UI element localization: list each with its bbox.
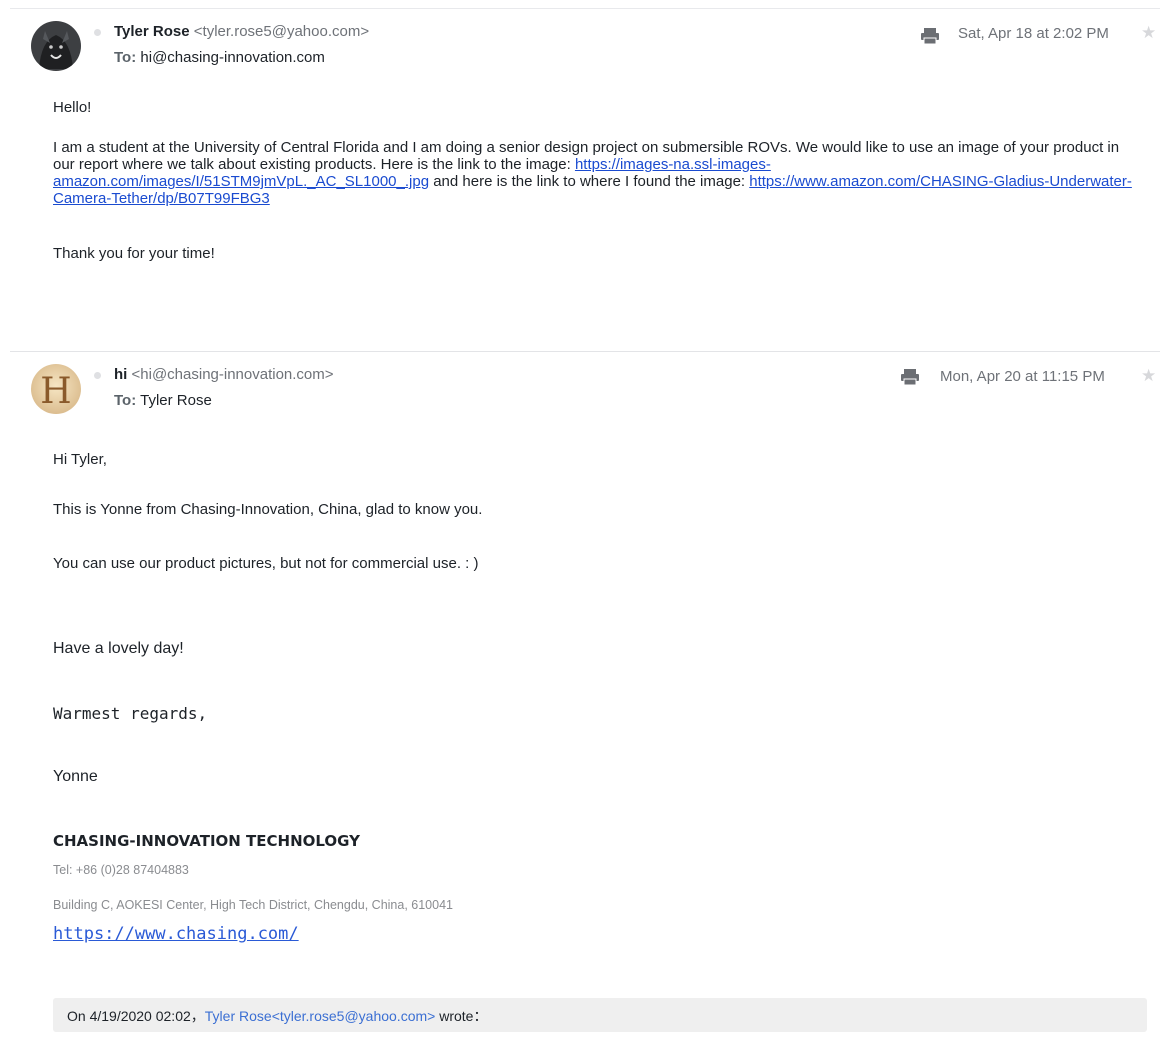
body-text: and here is the link to where I found th…: [429, 173, 750, 190]
status-dot: [94, 29, 101, 36]
star-icon[interactable]: ★: [1141, 23, 1156, 43]
body-paragraph: I am a student at the University of Cent…: [53, 139, 1133, 207]
sender-email: <tyler.rose5@yahoo.com>: [193, 23, 370, 40]
quote-suffix: wrote：: [435, 1008, 488, 1024]
recipient[interactable]: hi@chasing-innovation.com: [140, 49, 325, 66]
recipient-line: To: Tyler Rose: [114, 392, 212, 409]
greeting: Hello!: [53, 99, 92, 116]
sender-line: hi <hi@chasing-innovation.com>: [114, 366, 334, 383]
sender-name[interactable]: Tyler Rose: [114, 23, 190, 40]
message-date: Mon, Apr 20 at 11:15 PM: [940, 368, 1105, 385]
email-message: H hi <hi@chasing-innovation.com> To: Tyl…: [10, 350, 1160, 1059]
signature-company: CHASING-INNOVATION TECHNOLOGY: [53, 832, 361, 850]
wolf-avatar-icon[interactable]: [31, 21, 81, 71]
quote-author-link[interactable]: Tyler Rose<tyler.rose5@yahoo.com>: [205, 1008, 436, 1024]
body-line: Have a lovely day!: [53, 640, 184, 657]
recipient[interactable]: Tyler Rose: [140, 392, 212, 409]
svg-text:H: H: [40, 371, 71, 412]
to-label: To:: [114, 392, 137, 409]
email-message: Tyler Rose <tyler.rose5@yahoo.com> To: h…: [10, 8, 1160, 352]
letter-h-avatar-icon[interactable]: H: [31, 364, 81, 414]
closing-line: Thank you for your time!: [53, 245, 215, 262]
regards-line: Warmest regards,: [53, 704, 208, 723]
sender-line: Tyler Rose <tyler.rose5@yahoo.com>: [114, 23, 369, 40]
quoted-header: On 4/19/2020 02:02，Tyler Rose<tyler.rose…: [53, 998, 1147, 1032]
body-line: You can use our product pictures, but no…: [53, 555, 479, 572]
greeting: Hi Tyler,: [53, 451, 107, 468]
signature-tel: Tel: +86 (0)28 87404883: [53, 863, 189, 877]
signature-address: Building C, AOKESI Center, High Tech Dis…: [53, 898, 453, 912]
sender-email: <hi@chasing-innovation.com>: [131, 366, 334, 383]
message-date: Sat, Apr 18 at 2:02 PM: [958, 25, 1109, 42]
print-icon[interactable]: [920, 27, 940, 45]
status-dot: [94, 372, 101, 379]
star-icon[interactable]: ★: [1141, 366, 1156, 386]
signature-name: Yonne: [53, 768, 98, 785]
to-label: To:: [114, 49, 137, 66]
quote-prefix: On 4/19/2020 02:02，: [67, 1008, 205, 1024]
website-link[interactable]: https://www.chasing.com/: [53, 926, 299, 943]
sender-name[interactable]: hi: [114, 366, 127, 383]
recipient-line: To: hi@chasing-innovation.com: [114, 49, 325, 66]
body-line: This is Yonne from Chasing-Innovation, C…: [53, 501, 483, 518]
print-icon[interactable]: [900, 368, 920, 386]
